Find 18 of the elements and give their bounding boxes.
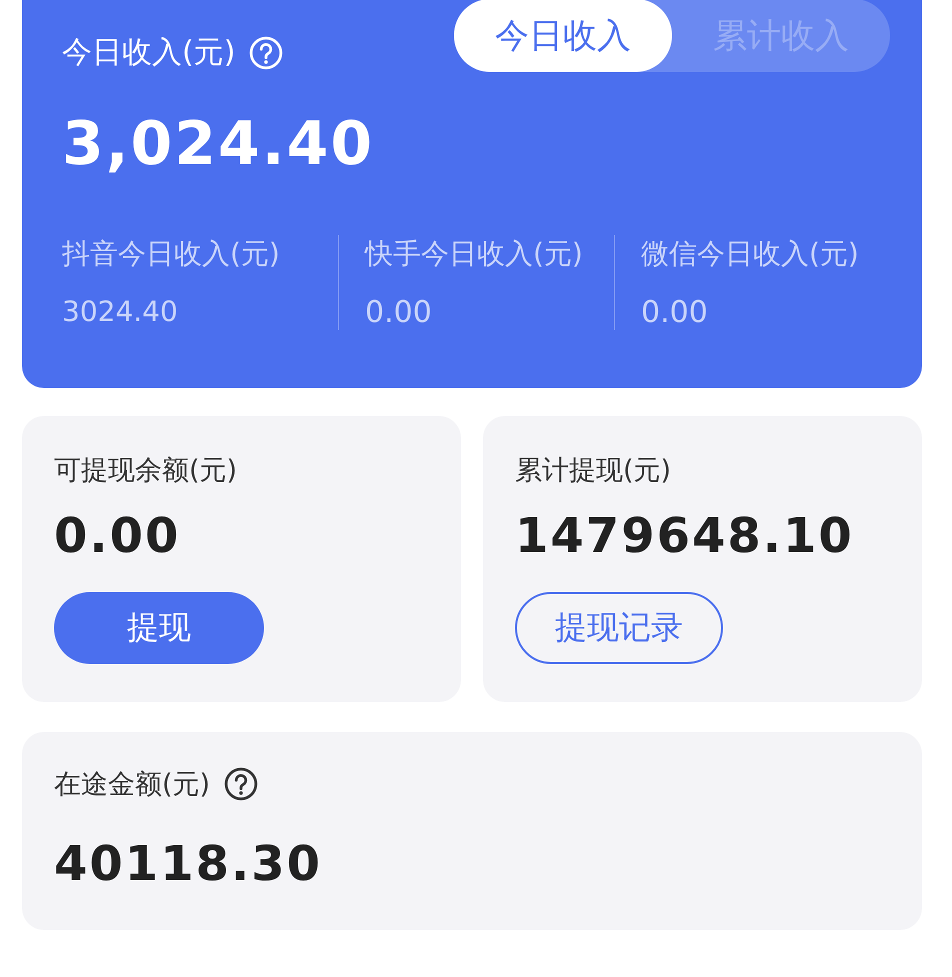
card-value: 40118.30 [54,836,324,892]
panel-title: 今日收入(元) [62,34,236,72]
card-value: 1479648.10 [515,508,855,564]
help-icon[interactable] [224,767,258,801]
card-label: 累计提现(元) [515,454,672,488]
records-button[interactable]: 提现记录 [515,592,723,664]
card-value: 0.00 [54,508,182,564]
platform-label: 微信今日收入(元) [641,236,860,272]
platform-label: 快手今日收入(元) [365,236,584,272]
platform-value: 0.00 [365,295,433,330]
platform-value: 0.00 [641,295,709,330]
toggle-tab[interactable]: 今日收入 [454,0,672,72]
withdraw-button[interactable]: 提现 [54,592,264,664]
card-label: 在途金额(元) [54,768,210,802]
platform-value: 3024.40 [62,295,179,328]
income-amount: 3,024.40 [62,109,376,179]
card-label: 可提现余额(元) [54,454,238,488]
platform-label: 抖音今日收入(元) [62,236,281,272]
